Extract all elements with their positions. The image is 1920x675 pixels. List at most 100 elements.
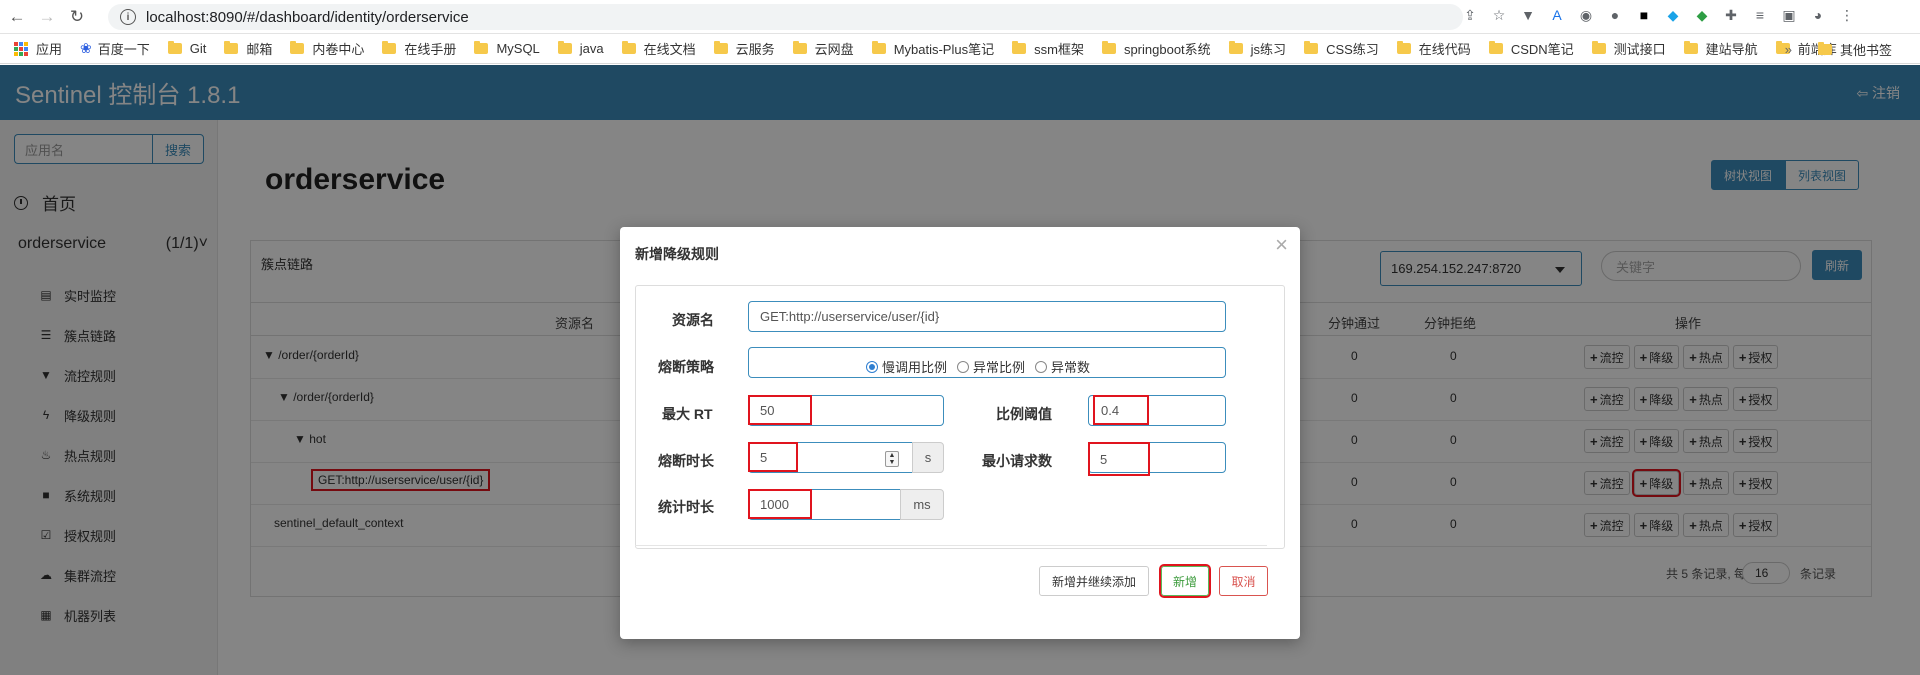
bookmark-folder[interactable]: springboot系统 <box>1101 39 1211 58</box>
folder-icon <box>474 41 489 54</box>
bookmark-folder[interactable]: 云网盘 <box>792 39 854 58</box>
bookmark-folder[interactable]: CSS练习 <box>1304 39 1379 58</box>
radio-checked-icon <box>866 360 878 373</box>
bookmark-folder[interactable]: 邮箱 <box>224 39 272 58</box>
close-icon[interactable]: × <box>1275 232 1288 258</box>
label-stat-duration: 统计时长 <box>658 499 714 515</box>
max-rt-input[interactable]: 50 <box>748 395 944 426</box>
bookmark-folder[interactable]: js练习 <box>1228 39 1286 58</box>
bookmark-folder[interactable]: Git <box>167 41 206 56</box>
side-panel-icon[interactable]: ▣ <box>1779 5 1799 25</box>
folder-icon <box>1304 41 1319 54</box>
modal-backdrop-top <box>0 65 1920 120</box>
bookmark-folder[interactable]: 内卷中心 <box>290 39 364 58</box>
apps-grid-icon <box>14 41 28 56</box>
resource-name-input[interactable]: GET:http://userservice/user/{id} <box>748 301 1226 332</box>
radio-slow-ratio[interactable]: 慢调用比例 <box>866 357 947 376</box>
bookmark-folder[interactable]: MySQL <box>474 41 540 56</box>
folder-icon <box>621 41 636 54</box>
folder-icon <box>382 41 397 54</box>
label-min-requests: 最小请求数 <box>982 453 1052 469</box>
extension-color-icon[interactable]: ◆ <box>1692 5 1712 25</box>
label-resource: 资源名 <box>672 312 714 328</box>
cancel-button[interactable]: 取消 <box>1219 566 1268 596</box>
bookmark-apps[interactable]: 应用 <box>14 39 62 58</box>
folder-icon <box>792 41 807 54</box>
min-requests-input[interactable]: 5 <box>1088 442 1226 476</box>
label-duration: 熔断时长 <box>658 453 714 469</box>
radio-error-count[interactable]: 异常数 <box>1035 357 1090 376</box>
translate-icon[interactable]: A <box>1547 5 1567 25</box>
reload-icon[interactable]: ↻ <box>64 4 90 30</box>
address-bar[interactable]: i localhost:8090/#/dashboard/identity/or… <box>108 4 1463 30</box>
profile-avatar-icon[interactable]: ◕ <box>1808 5 1828 25</box>
max-rt-value: 50 <box>748 395 812 425</box>
bookmark-baidu[interactable]: ❀ 百度一下 <box>80 39 150 58</box>
duration-value: 5 <box>748 442 798 472</box>
extension-eye-icon[interactable]: ◉ <box>1576 5 1596 25</box>
share-icon[interactable]: ⇪ <box>1460 5 1480 25</box>
reading-list-icon[interactable]: ≡ <box>1750 5 1770 25</box>
bookmark-folder[interactable]: 建站导航 <box>1683 39 1758 58</box>
radio-error-ratio[interactable]: 异常比例 <box>957 357 1025 376</box>
radio-unchecked-icon <box>1035 360 1048 373</box>
baidu-paw-icon: ❀ <box>80 40 92 56</box>
label-max-rt: 最大 RT <box>662 406 713 422</box>
folder-icon <box>557 41 572 54</box>
folder-icon <box>290 41 305 54</box>
stat-duration-value: 1000 <box>748 489 812 519</box>
stat-duration-unit: ms <box>900 489 944 520</box>
bookmark-folder[interactable]: 在线手册 <box>382 39 456 58</box>
folder-icon <box>1228 41 1243 54</box>
folder-icon <box>1396 41 1411 54</box>
folder-icon <box>1683 41 1698 54</box>
ratio-input[interactable]: 0.4 <box>1088 395 1226 426</box>
bookmarks-bar: 应用 ❀ 百度一下 Git 邮箱 内卷中心 在线手册 MySQL java 在线文… <box>0 34 1920 64</box>
bookmark-folder[interactable]: 在线代码 <box>1396 39 1471 58</box>
radio-unchecked-icon <box>957 360 970 373</box>
extension-bar: ⇪ ☆ ▼ A ◉ ● ■ ◆ ◆ ✚ ≡ ▣ ◕ ⋮ <box>1460 5 1857 25</box>
folder-icon <box>713 41 728 54</box>
extension-block-icon[interactable]: ■ <box>1634 5 1654 25</box>
modal-divider <box>635 545 1267 546</box>
extension-diamond-icon[interactable]: ◆ <box>1663 5 1683 25</box>
bookmark-folder[interactable]: java <box>557 41 604 56</box>
label-strategy: 熔断策略 <box>658 359 714 375</box>
back-icon[interactable]: ← <box>4 4 30 30</box>
bookmark-folder[interactable]: CSDN笔记 <box>1488 39 1574 58</box>
strategy-radios: 慢调用比例 异常比例 异常数 <box>866 357 1090 376</box>
bookmark-folder[interactable]: Mybatis-Plus笔记 <box>871 39 994 58</box>
browser-menu-icon[interactable]: ⋮ <box>1837 5 1857 25</box>
bookmarks-overflow-icon[interactable]: » <box>1785 42 1792 57</box>
add-and-continue-button[interactable]: 新增并继续添加 <box>1039 566 1149 596</box>
folder-icon <box>1817 41 1832 55</box>
label-ratio: 比例阈值 <box>996 406 1052 422</box>
duration-unit: s <box>912 442 944 473</box>
url-text: localhost:8090/#/dashboard/identity/orde… <box>146 8 469 26</box>
modal-title: 新增降级规则 <box>635 246 719 262</box>
add-button[interactable]: 新增 <box>1159 564 1211 598</box>
bookmark-folder[interactable]: 在线文档 <box>621 39 696 58</box>
extension-v-icon[interactable]: ▼ <box>1518 5 1538 25</box>
folder-icon <box>871 41 886 54</box>
stat-duration-input[interactable]: 1000 <box>748 489 901 520</box>
folder-icon <box>224 41 239 54</box>
bookmark-folder[interactable]: 云服务 <box>713 39 775 58</box>
bookmark-star-icon[interactable]: ☆ <box>1489 5 1509 25</box>
bookmark-folder[interactable]: ssm框架 <box>1012 39 1084 58</box>
folder-icon <box>1488 41 1503 54</box>
forward-icon[interactable]: → <box>34 4 60 30</box>
folder-icon <box>1101 41 1116 54</box>
bookmark-folder[interactable]: 测试接口 <box>1591 39 1666 58</box>
extension-circle-icon[interactable]: ● <box>1605 5 1625 25</box>
other-bookmarks[interactable]: » 其他书签 <box>1785 34 1910 63</box>
min-requests-value: 5 <box>1088 442 1150 476</box>
folder-icon <box>167 41 182 54</box>
folder-icon <box>1012 41 1027 54</box>
site-info-icon[interactable]: i <box>120 9 136 25</box>
folder-icon <box>1591 41 1606 54</box>
number-spinner-icon[interactable]: ▲ ▼ <box>885 451 899 467</box>
ratio-value: 0.4 <box>1093 395 1149 425</box>
extensions-puzzle-icon[interactable]: ✚ <box>1721 5 1741 25</box>
browser-toolbar: ← → ↻ i localhost:8090/#/dashboard/ident… <box>0 0 1920 34</box>
